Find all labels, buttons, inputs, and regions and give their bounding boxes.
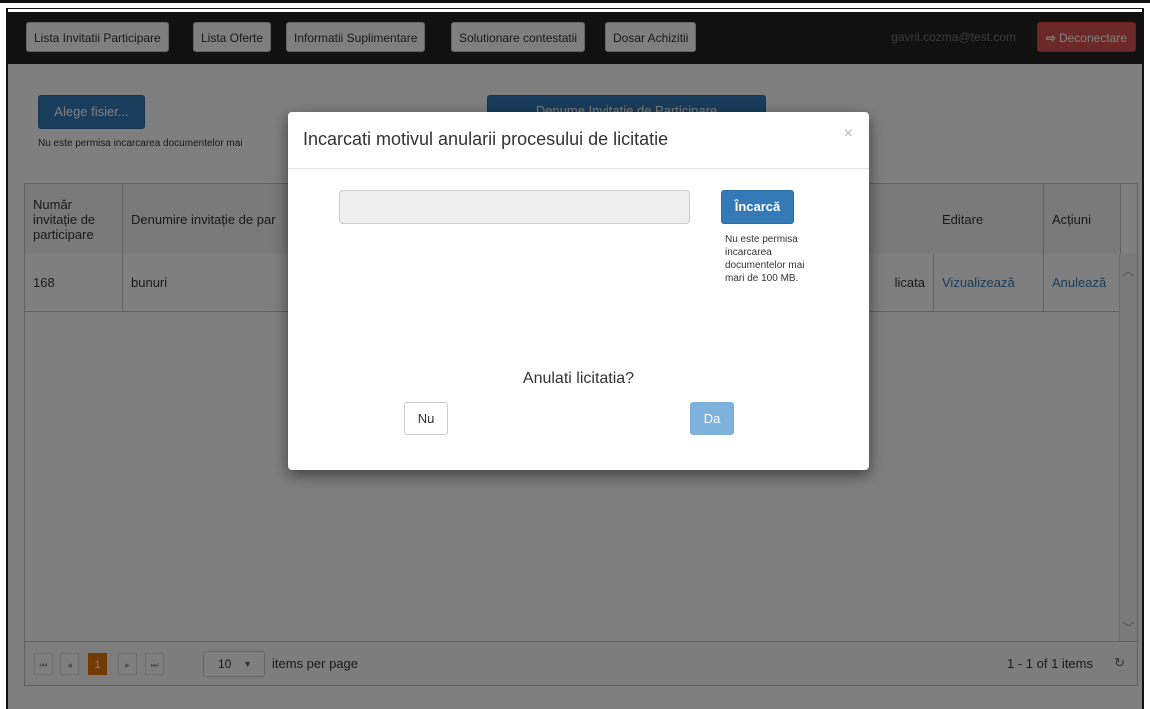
cancel-auction-modal: Incarcati motivul anularii procesului de…	[288, 112, 869, 470]
upload-button[interactable]: Încarcă	[721, 190, 794, 224]
upload-size-note: Nu este permisa incarcarea documentelor …	[725, 234, 805, 284]
confirm-question: Anulati licitatia?	[522, 370, 635, 387]
close-icon[interactable]: ×	[844, 125, 853, 143]
no-button[interactable]: Nu	[404, 402, 448, 435]
top-border	[0, 0, 1150, 3]
reason-file-input[interactable]	[339, 190, 690, 224]
modal-title: Incarcati motivul anularii procesului de…	[303, 129, 669, 149]
modal-header: Incarcati motivul anularii procesului de…	[288, 112, 869, 169]
yes-button[interactable]: Da	[690, 402, 734, 435]
